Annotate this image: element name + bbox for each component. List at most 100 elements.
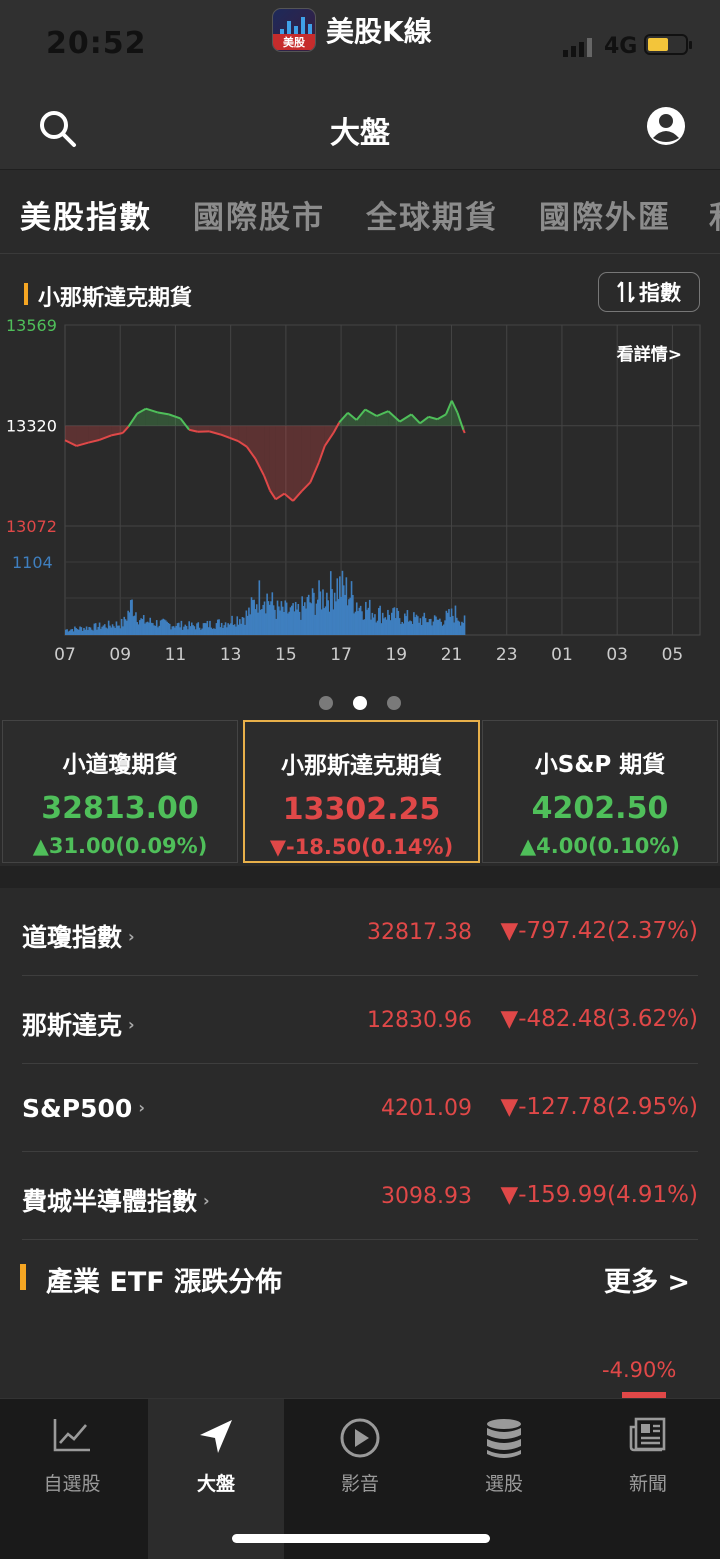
play-circle-icon [340, 1418, 380, 1458]
index-name-wrap: 道瓊指數 › [22, 918, 135, 954]
index-name: 費城半導體指數 [22, 1187, 198, 1216]
nav-watchlist[interactable]: 自選股 [0, 1399, 144, 1559]
futures-change: ▲31.00(0.09%) [32, 834, 208, 858]
volume-bar [463, 615, 466, 635]
etf-section-title: 產業 ETF 漲跌分佈 [20, 1260, 282, 1299]
detail-link[interactable]: 看詳情> [616, 344, 682, 365]
tab-us-indices[interactable]: 美股指數 [20, 192, 152, 237]
index-row-dow[interactable]: 道瓊指數 › 32817.38 ▼-797.42(2.37%) [22, 888, 698, 976]
x-tick-label: 13 [220, 645, 242, 665]
page-dot[interactable] [387, 696, 401, 710]
page-title: 大盤 [330, 116, 390, 151]
nav-news[interactable]: 新聞 [576, 1399, 720, 1559]
price-line [462, 429, 466, 434]
signal-icon [563, 38, 592, 57]
futures-price: 4202.50 [531, 791, 669, 826]
index-change: ▼-797.42(2.37%) [500, 918, 698, 944]
app-name: 美股K線 [326, 15, 432, 48]
etf-bar-value: -4.90% [602, 1358, 677, 1382]
chevron-right-icon: › [138, 1098, 145, 1117]
sort-arrows-icon [617, 281, 635, 303]
etf-more-link[interactable]: 更多 > [604, 1260, 690, 1299]
page-dot-active[interactable] [353, 696, 367, 710]
price-fill [301, 425, 311, 492]
futures-price: 32813.00 [41, 791, 199, 826]
futures-name: 小S&P 期貨 [534, 752, 666, 778]
futures-price: 13302.25 [282, 792, 441, 827]
app-header: 大盤 [0, 82, 720, 170]
status-time: 20:52 [46, 26, 147, 61]
index-change: ▼-127.78(2.95%) [500, 1094, 698, 1120]
x-tick-label: 21 [441, 645, 463, 665]
futures-name: 小那斯達克期貨 [281, 753, 442, 779]
tab-intl-stocks[interactable]: 國際股市 [193, 192, 325, 237]
app-badge: 美股 美股K線 [272, 8, 432, 52]
index-value: 4201.09 [381, 1096, 472, 1121]
nav-label: 新聞 [628, 1473, 667, 1495]
index-value: 3098.93 [381, 1184, 472, 1209]
chevron-right-icon: › [203, 1191, 210, 1210]
chart-line-icon [53, 1419, 90, 1452]
price-fill [269, 425, 276, 500]
chart-title: 小那斯達克期貨 [24, 280, 192, 312]
futures-card-dow[interactable]: 小道瓊期貨 32813.00 ▲31.00(0.09%) [2, 720, 238, 863]
price-fill [284, 425, 294, 501]
x-tick-label: 23 [496, 645, 518, 665]
tab-forex[interactable]: 國際外匯 [539, 192, 671, 237]
y-label-volume: 1104 [12, 553, 53, 572]
index-list: 道瓊指數 › 32817.38 ▼-797.42(2.37%) 那斯達克 › 128… [0, 888, 720, 1240]
x-tick-label: 17 [330, 645, 352, 665]
index-name-wrap: 費城半導體指數 › [22, 1182, 210, 1218]
futures-cards: 小道瓊期貨 32813.00 ▲31.00(0.09%) 小那斯達克期貨 133… [2, 720, 718, 864]
chevron-right-icon: › [128, 927, 135, 946]
futures-card-nasdaq[interactable]: 小那斯達克期貨 13302.25 ▼-18.50(0.14%) [243, 720, 480, 863]
x-tick-label: 03 [606, 645, 628, 665]
nav-label: 大盤 [196, 1473, 235, 1495]
x-tick-label: 09 [109, 645, 131, 665]
futures-change: ▼-18.50(0.14%) [269, 835, 454, 859]
tab-more-partial[interactable]: 和 [709, 192, 720, 237]
app-logo-icon: 美股 [272, 8, 316, 52]
y-label-mid: 13320 [6, 417, 57, 436]
market-tabs: 美股指數 國際股市 全球期貨 國際外匯 和 [0, 170, 720, 254]
newspaper-icon [629, 1417, 666, 1452]
intraday-chart[interactable]: 13569 13320 13072 1104 07 09 11 13 15 17 19 21 23 01 0… [0, 312, 720, 676]
x-tick-label: 07 [54, 645, 76, 665]
x-tick-label: 05 [662, 645, 684, 665]
x-tick-label: 15 [275, 645, 297, 665]
tab-global-futures[interactable]: 全球期貨 [366, 192, 498, 237]
futures-card-sp[interactable]: 小S&P 期貨 4202.50 ▲4.00(0.10%) [482, 720, 718, 863]
nav-label: 自選股 [43, 1473, 101, 1495]
index-row-sox[interactable]: 費城半導體指數 › 3098.93 ▼-159.99(4.91%) [22, 1152, 698, 1240]
price-fill [293, 425, 302, 501]
navigation-arrow-icon [200, 1420, 232, 1453]
chart-card: 小那斯達克期貨 指數 13569 13320 13072 1104 07 09 11 13 15… [0, 256, 720, 714]
home-indicator[interactable] [232, 1534, 490, 1543]
chevron-right-icon: › [128, 1015, 135, 1034]
page-dot[interactable] [319, 696, 333, 710]
nav-label: 影音 [340, 1473, 379, 1495]
index-value: 12830.96 [367, 1008, 472, 1033]
database-stack-icon [487, 1419, 521, 1458]
index-change: ▼-482.48(3.62%) [500, 1006, 698, 1032]
x-tick-label: 19 [385, 645, 407, 665]
futures-name: 小道瓊期貨 [62, 752, 178, 778]
chart-frame [64, 324, 701, 636]
network-type: 4G [604, 34, 638, 59]
index-toggle-label: 指數 [639, 281, 681, 305]
index-name: 那斯達克 [22, 1011, 123, 1040]
x-tick-label: 11 [165, 645, 187, 665]
price-fill [275, 425, 285, 500]
index-value: 32817.38 [367, 920, 472, 945]
section-divider [0, 866, 720, 888]
y-label-high: 13569 [6, 316, 57, 335]
index-name-wrap: S&P500 › [22, 1094, 145, 1123]
y-label-low: 13072 [6, 517, 57, 536]
index-toggle-button[interactable]: 指數 [598, 272, 700, 312]
status-bar: 20:52 美股 美股K線 4G [0, 0, 720, 82]
user-account-icon[interactable] [646, 106, 686, 146]
x-tick-label: 01 [551, 645, 573, 665]
index-row-sp500[interactable]: S&P500 › 4201.09 ▼-127.78(2.95%) [22, 1064, 698, 1152]
index-row-nasdaq[interactable]: 那斯達克 › 12830.96 ▼-482.48(3.62%) [22, 976, 698, 1064]
screen: 20:52 美股 美股K線 4G 大盤 美股指數 國際股市 全球期貨 國際外匯 … [0, 0, 720, 1559]
